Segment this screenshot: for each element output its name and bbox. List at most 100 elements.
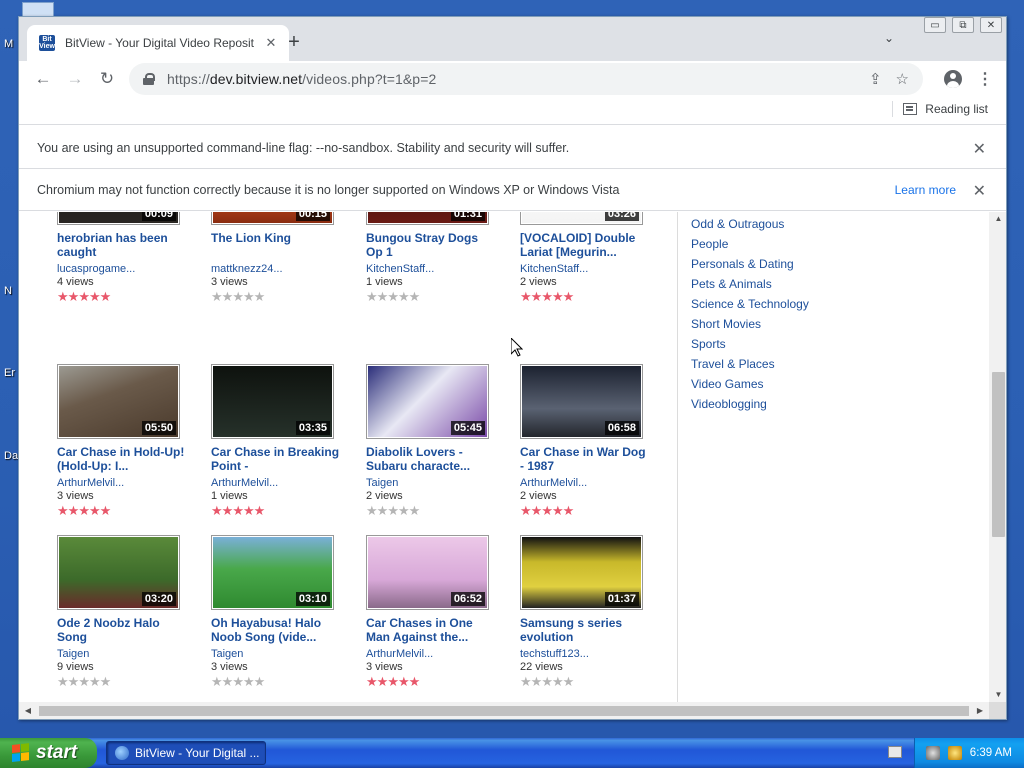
video-title-link[interactable]: herobrian has been caught <box>57 231 187 259</box>
vertical-scroll-thumb[interactable] <box>992 372 1005 537</box>
column-divider <box>677 212 678 702</box>
star-icon: ★ <box>67 289 80 304</box>
network-icon[interactable] <box>925 746 940 760</box>
category-link[interactable]: Personals & Dating <box>691 254 809 274</box>
video-uploader-link[interactable]: KitchenStaff... <box>366 263 506 276</box>
star-icon: ★ <box>88 503 101 518</box>
video-uploader-link[interactable]: KitchenStaff... <box>520 263 660 276</box>
tab-bitview[interactable]: Bit View BitView - Your Digital Video Re… <box>27 25 289 61</box>
video-uploader-link[interactable]: Taigen <box>366 477 506 490</box>
star-icon: ★ <box>57 289 69 304</box>
category-link[interactable]: Video Games <box>691 374 809 394</box>
video-card: 05:50 Car Chase in Hold-Up! (Hold-Up: I.… <box>57 364 197 517</box>
video-uploader-link[interactable]: ArthurMelvil... <box>520 477 660 490</box>
maximize-icon[interactable]: ⧉ <box>952 17 974 33</box>
video-thumbnail[interactable]: 05:45 <box>366 364 489 439</box>
video-thumbnail[interactable]: 01:31 <box>366 212 489 225</box>
horizontal-scrollbar[interactable]: ◀ ▶ <box>19 702 989 719</box>
category-link[interactable]: Sports <box>691 334 809 354</box>
video-view-count: 3 views <box>211 276 248 288</box>
horizontal-scroll-thumb[interactable] <box>39 706 969 716</box>
video-thumbnail[interactable]: 00:09 <box>57 212 180 225</box>
video-uploader-link[interactable]: ArthurMelvil... <box>57 477 197 490</box>
infobar-close-icon[interactable]: ✕ <box>973 139 986 159</box>
video-title-link[interactable]: Oh Hayabusa! Halo Noob Song (vide... <box>211 616 341 644</box>
video-thumbnail[interactable]: 06:58 <box>520 364 643 439</box>
reload-icon[interactable]: ↻ <box>91 63 123 95</box>
category-link[interactable]: People <box>691 234 809 254</box>
share-icon[interactable]: ⇪ <box>869 70 882 88</box>
reading-list-button[interactable]: Reading list <box>892 101 988 117</box>
category-link[interactable]: Odd & Outragous <box>691 214 809 234</box>
tab-close-icon[interactable]: ✕ <box>263 35 279 51</box>
tab-search-chevron-icon[interactable]: ⌄ <box>879 31 899 51</box>
star-icon: ★ <box>78 503 90 518</box>
scroll-up-icon[interactable]: ▲ <box>989 212 1006 226</box>
video-uploader-link[interactable]: mattknezz24... <box>211 263 351 276</box>
video-title-link[interactable]: Car Chases in One Man Against the... <box>366 616 496 644</box>
security-shield-icon[interactable] <box>947 746 962 760</box>
back-icon[interactable]: ← <box>27 63 59 95</box>
star-icon: ★ <box>562 503 575 518</box>
video-title-link[interactable]: Car Chase in War Dog - 1987 <box>520 445 650 473</box>
video-duration: 06:52 <box>450 592 485 606</box>
star-icon: ★ <box>232 674 244 689</box>
window-controls: ▭ ⧉ ✕ <box>924 17 1002 33</box>
video-thumbnail[interactable]: 06:52 <box>366 535 489 610</box>
video-title-link[interactable]: Car Chase in Breaking Point - <box>211 445 341 473</box>
scroll-left-icon[interactable]: ◀ <box>21 702 35 719</box>
video-uploader-link[interactable]: Taigen <box>57 648 197 661</box>
star-icon: ★ <box>562 674 575 689</box>
video-thumbnail[interactable]: 03:35 <box>211 364 334 439</box>
profile-button[interactable] <box>937 63 969 95</box>
clock[interactable]: 6:39 AM <box>970 747 1012 759</box>
video-uploader-link[interactable]: lucasprogame... <box>57 263 197 276</box>
video-thumbnail[interactable]: 03:26 <box>520 212 643 225</box>
video-thumbnail[interactable]: 03:20 <box>57 535 180 610</box>
minimize-icon[interactable]: ▭ <box>924 17 946 33</box>
address-bar[interactable]: https://dev.bitview.net/videos.php?t=1&p… <box>129 63 923 95</box>
video-title-link[interactable]: Ode 2 Noobz Halo Song <box>57 616 187 644</box>
category-link[interactable]: Videoblogging <box>691 394 809 414</box>
video-title-link[interactable]: Samsung s series evolution <box>520 616 650 644</box>
video-thumbnail[interactable]: 01:37 <box>520 535 643 610</box>
category-link[interactable]: Travel & Places <box>691 354 809 374</box>
video-thumbnail[interactable]: 05:50 <box>57 364 180 439</box>
video-title-link[interactable]: Bungou Stray Dogs Op 1 <box>366 231 496 259</box>
bookmark-star-icon[interactable]: ☆ <box>896 70 909 88</box>
star-icon: ★ <box>387 674 399 689</box>
chromium-icon <box>115 746 129 760</box>
close-window-icon[interactable]: ✕ <box>980 17 1002 33</box>
video-uploader-link[interactable]: ArthurMelvil... <box>366 648 506 661</box>
lock-icon[interactable] <box>143 73 155 85</box>
bitview-favicon-icon: Bit View <box>39 35 55 51</box>
keyboard-layout-icon[interactable] <box>888 746 902 758</box>
forward-icon[interactable]: → <box>59 63 91 95</box>
start-button[interactable]: start <box>0 738 97 768</box>
category-link[interactable]: Short Movies <box>691 314 809 334</box>
video-thumbnail[interactable]: 00:15 <box>211 212 334 225</box>
category-link[interactable]: Pets & Animals <box>691 274 809 294</box>
video-uploader-link[interactable]: ArthurMelvil... <box>211 477 351 490</box>
vertical-scrollbar[interactable]: ▲ ▼ <box>989 212 1006 702</box>
video-card: 01:37 Samsung s series evolution techstu… <box>520 535 660 688</box>
scroll-down-icon[interactable]: ▼ <box>989 688 1006 702</box>
star-icon: ★ <box>530 503 543 518</box>
infobar-close-icon[interactable]: ✕ <box>973 181 986 201</box>
video-view-count: 2 views <box>520 490 557 502</box>
video-uploader-link[interactable]: Taigen <box>211 648 351 661</box>
learn-more-link[interactable]: Learn more <box>895 183 956 197</box>
taskbar-item-bitview[interactable]: BitView - Your Digital ... <box>106 741 266 765</box>
video-title-link[interactable]: Diabolik Lovers - Subaru characte... <box>366 445 496 473</box>
category-link[interactable]: Science & Technology <box>691 294 809 314</box>
kebab-menu-icon[interactable]: ⋮ <box>971 63 999 95</box>
video-title-link[interactable]: The Lion King <box>211 231 341 259</box>
star-icon: ★ <box>366 289 378 304</box>
scroll-right-icon[interactable]: ▶ <box>973 702 987 719</box>
video-thumbnail[interactable]: 03:10 <box>211 535 334 610</box>
video-title-link[interactable]: [VOCALOID] Double Lariat [Megurin... <box>520 231 650 259</box>
infobar-sandbox: You are using an unsupported command-lin… <box>19 127 1006 169</box>
new-tab-icon[interactable]: + <box>281 29 307 55</box>
video-title-link[interactable]: Car Chase in Hold-Up! (Hold-Up: I... <box>57 445 187 473</box>
video-uploader-link[interactable]: techstuff123... <box>520 648 660 661</box>
